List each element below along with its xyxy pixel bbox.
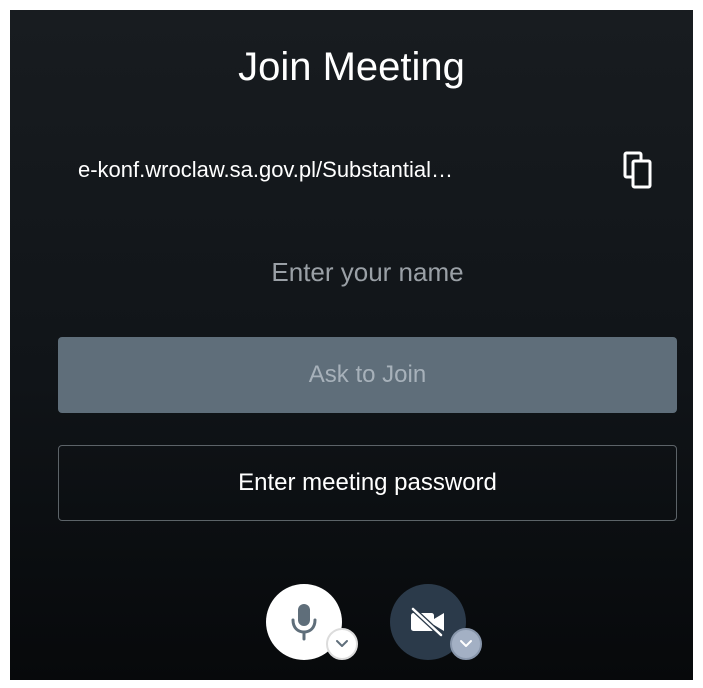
- copy-icon: [623, 151, 652, 189]
- chevron-down-icon: [336, 640, 348, 647]
- name-input[interactable]: [58, 248, 677, 296]
- microphone-icon: [291, 604, 317, 641]
- ask-to-join-button[interactable]: Ask to Join: [58, 337, 677, 413]
- meeting-password-button[interactable]: Enter meeting password: [58, 445, 677, 521]
- camera-options-button[interactable]: [450, 628, 482, 660]
- microphone-options-button[interactable]: [326, 628, 358, 660]
- meeting-url: e-konf.wroclaw.sa.gov.pl/Substantial…: [78, 157, 453, 182]
- meeting-url-row: e-konf.wroclaw.sa.gov.pl/Substantial…: [78, 148, 658, 192]
- copy-url-button[interactable]: [618, 148, 658, 192]
- chevron-down-icon: [460, 640, 472, 647]
- prejoin-panel: Join Meeting e-konf.wroclaw.sa.gov.pl/Su…: [10, 10, 693, 680]
- camera-off-icon: [410, 606, 444, 638]
- page-title: Join Meeting: [238, 45, 465, 89]
